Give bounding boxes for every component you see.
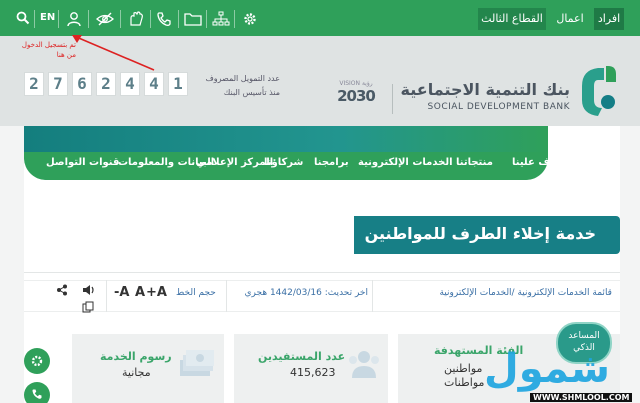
counter-digit: 6 [72,72,92,96]
search-icon[interactable] [16,11,32,27]
vision-2030-logo: VISION رؤية 2030 [337,80,376,105]
bank-logo[interactable] [578,60,618,118]
tab-business[interactable]: اعمال [548,8,592,30]
copy-icon[interactable] [82,301,94,316]
nav-about[interactable]: تعرف علينا [512,157,566,168]
eye-off-icon[interactable] [96,11,114,27]
counter-label: عدد التمويل المصروف [205,74,280,83]
card-title: عدد المستفيدين [258,350,346,363]
font-size-label: حجم الخط [176,288,216,298]
nav-programs[interactable]: برامجنا [314,157,349,168]
last-updated: اخر تحديث: 1442/03/16 هجري [244,288,368,298]
card-value: مواطنات [444,376,485,389]
counter-sublabel: منذ تأسيس البنك [223,88,280,97]
bank-name-english: SOCIAL DEVELOPMENT BANK [427,102,570,112]
nav-products[interactable]: منتجاتنا [456,157,493,168]
settings-button[interactable] [24,348,50,374]
counter-digit: 4 [120,72,140,96]
gear-icon[interactable] [242,11,258,27]
login-annotation: تم بتسجيل الدخول من هنا [21,41,76,59]
nav-contact[interactable]: قنوات التواصل [46,157,119,168]
counter-digit: 1 [168,72,188,96]
watermark: شمول [484,346,612,392]
users-icon [346,348,382,383]
breadcrumb[interactable]: قائمة الخدمات الإلكترونية /الخدمات الإلك… [380,288,612,298]
phone-icon[interactable] [156,11,172,27]
tab-individuals[interactable]: افراد [594,8,624,30]
watermark-url: WWW.SHMLOOL.COM [530,393,633,402]
nav-e-services[interactable]: الخدمات الإلكترونية [358,157,453,168]
card-value: 415,623 [290,366,336,379]
card-title: رسوم الخدمة [100,350,172,363]
counter-digit: 2 [24,72,44,96]
sign-language-icon[interactable] [128,11,144,27]
call-button[interactable] [24,382,50,403]
sitemap-icon[interactable] [212,11,230,27]
page-title: خدمة إخلاء الطرف للمواطنين [364,224,596,243]
user-icon[interactable] [66,11,82,27]
share-icon[interactable] [56,284,68,299]
card-value: مجانية [122,366,151,379]
page-title-banner: خدمة إخلاء الطرف للمواطنين [354,216,620,254]
font-decrease-button[interactable]: -A [114,285,129,300]
counter-digit: 7 [48,72,68,96]
font-increase-button[interactable]: +A [146,285,167,300]
nav-data-info[interactable]: البيانات والمعلومات [118,157,214,168]
counter-digit: 2 [96,72,116,96]
speaker-icon[interactable] [82,284,96,299]
font-reset-button[interactable]: A [135,285,145,300]
bank-name-arabic: بنك التنمية الاجتماعية [400,80,570,99]
card-value: مواطنين [444,362,483,375]
tab-third-sector[interactable]: القطاع الثالث [478,8,546,30]
money-icon [178,346,216,381]
counter-digit: 4 [144,72,164,96]
folder-icon[interactable] [184,11,202,27]
language-toggle[interactable]: EN [40,12,55,23]
